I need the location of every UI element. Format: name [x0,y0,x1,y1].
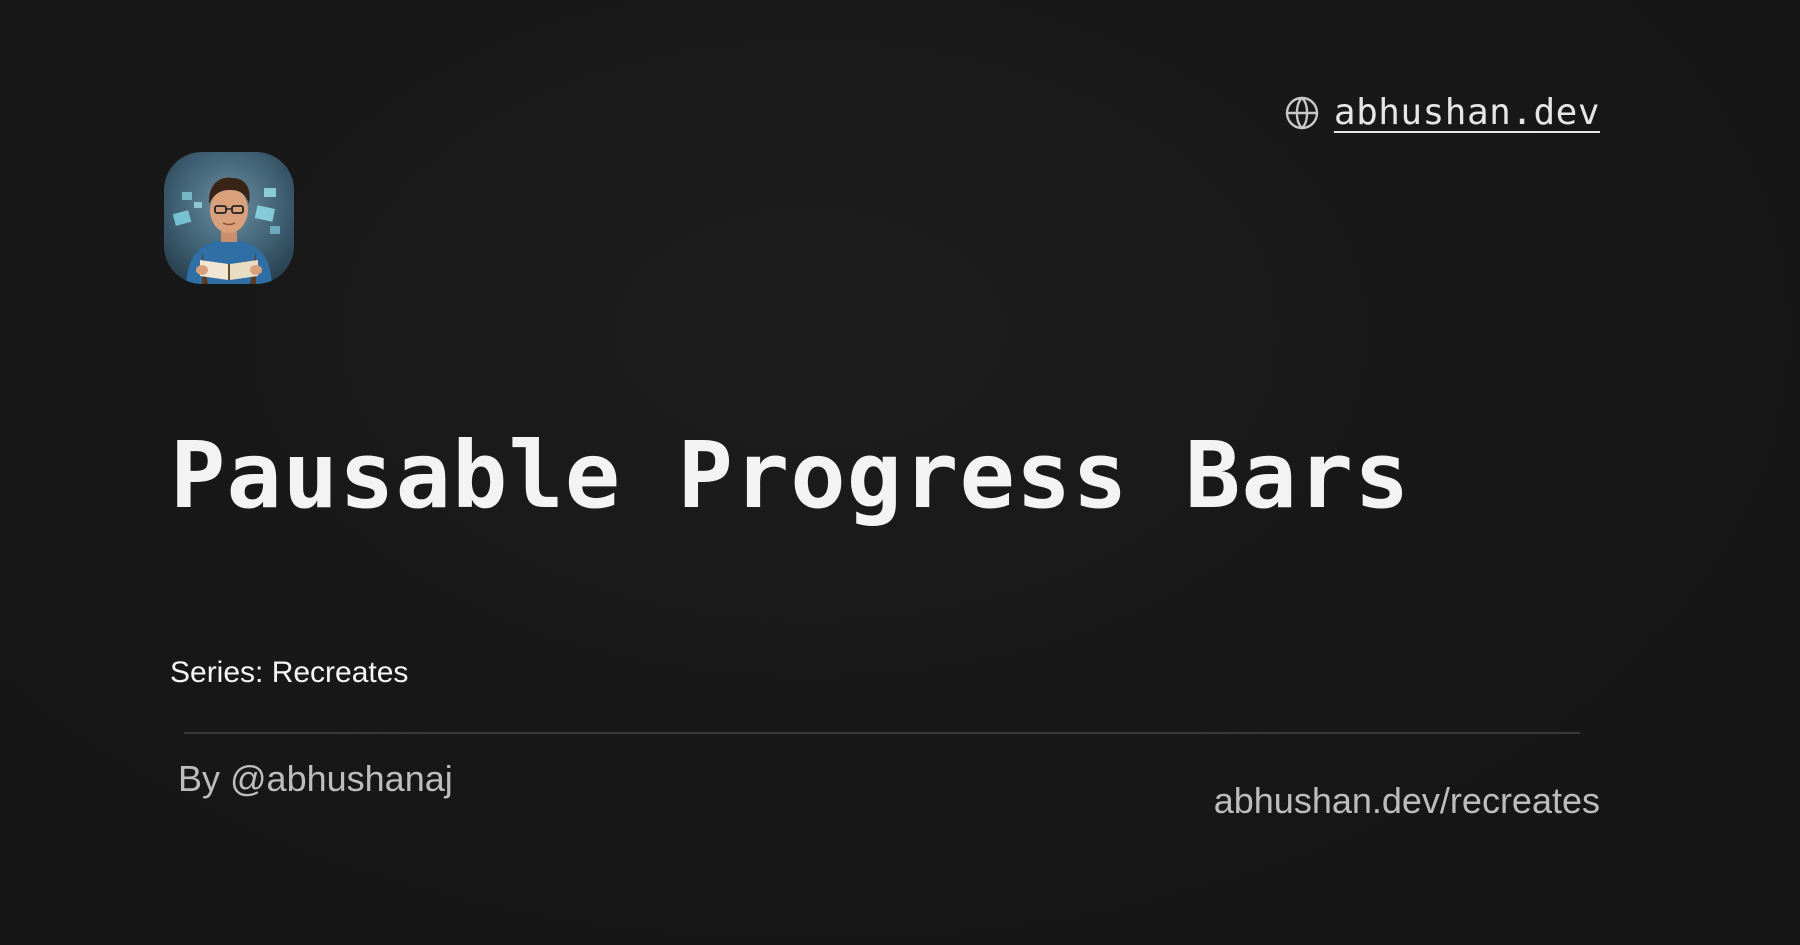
divider [184,732,1580,734]
globe-icon [1284,95,1320,131]
og-card: abhushan.dev Pausable Progress Bars Seri… [0,0,1800,945]
site-link-text[interactable]: abhushan.dev [1334,92,1600,133]
series-url: abhushan.dev/recreates [1213,780,1600,821]
site-link[interactable]: abhushan.dev [1284,92,1600,133]
author-handle: By @abhushanaj [178,758,453,799]
avatar [164,152,294,284]
page-title: Pausable Progress Bars [170,422,1411,529]
series-label: Series: Recreates [170,656,409,689]
